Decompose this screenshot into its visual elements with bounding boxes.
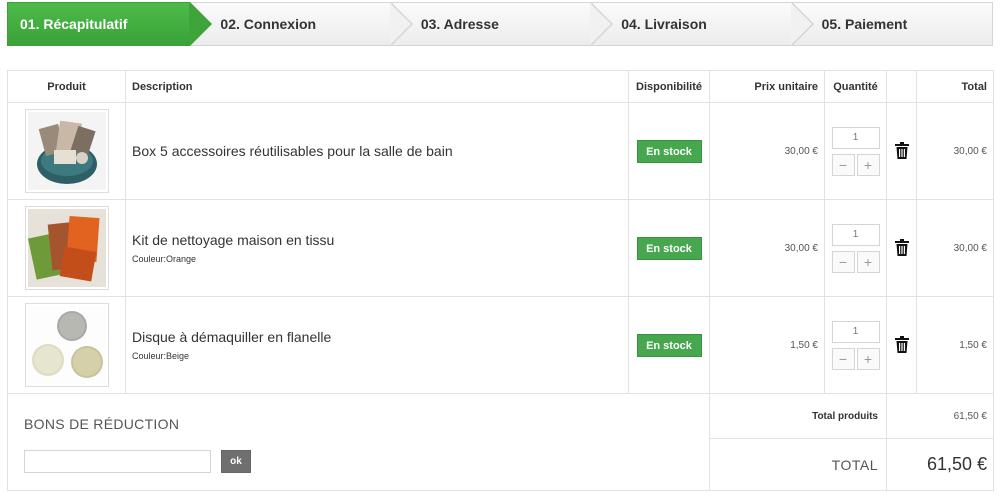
product-image-cell (7, 296, 126, 394)
availability-cell: En stock (628, 102, 710, 200)
unit-price: 30,00 € (709, 199, 825, 297)
stock-badge: En stock (636, 333, 702, 357)
delete-cell (886, 199, 917, 297)
step-label: 01. Récapitulatif (20, 16, 128, 32)
unit-price: 1,50 € (709, 296, 825, 394)
quantity-decrease-button[interactable]: − (831, 153, 855, 176)
quantity-input[interactable] (831, 126, 880, 149)
quantity-increase-button[interactable]: + (856, 250, 880, 273)
header-quantity: Quantité (824, 70, 887, 103)
product-image-box-accessories (27, 112, 106, 190)
quantity-input[interactable] (831, 223, 880, 246)
cart-header-row: Produit Description Disponibilité Prix u… (7, 70, 994, 103)
line-total: 1,50 € (916, 296, 994, 394)
quantity-cell: − + (824, 296, 887, 394)
line-total: 30,00 € (916, 102, 994, 200)
trash-icon[interactable] (894, 142, 909, 160)
step-paiement[interactable]: 05. Paiement (791, 2, 994, 46)
quantity-decrease-button[interactable]: − (831, 347, 855, 370)
voucher-input[interactable] (24, 450, 211, 473)
product-description-cell: Box 5 accessoires réutilisables pour la … (125, 102, 629, 200)
quantity-decrease-button[interactable]: − (831, 250, 855, 273)
step-arrow (389, 2, 413, 46)
stock-badge: En stock (636, 236, 702, 260)
availability-cell: En stock (628, 296, 710, 394)
quantity-stepper: − + (831, 126, 880, 176)
total-products-label: Total produits (709, 393, 887, 439)
quantity-stepper: − + (831, 223, 880, 273)
quantity-input[interactable] (831, 320, 880, 343)
product-description-cell: Kit de nettoyage maison en tissu Couleur… (125, 199, 629, 297)
availability-cell: En stock (628, 199, 710, 297)
header-delete (886, 70, 917, 103)
trash-icon[interactable] (894, 336, 909, 354)
product-image-link[interactable] (24, 303, 109, 387)
header-product: Produit (7, 70, 126, 103)
step-livraison[interactable]: 04. Livraison (591, 2, 814, 46)
step-arrow (590, 2, 614, 46)
step-recapitulatif[interactable]: 01. Récapitulatif (7, 2, 213, 46)
product-image-link[interactable] (24, 206, 109, 290)
unit-price: 30,00 € (709, 102, 825, 200)
quantity-increase-button[interactable]: + (856, 153, 880, 176)
step-label: 05. Paiement (821, 16, 908, 32)
quantity-cell: − + (824, 102, 887, 200)
delete-cell (886, 296, 917, 394)
quantity-increase-button[interactable]: + (856, 347, 880, 370)
total-products-value: 61,50 € (886, 393, 994, 439)
table-row: Kit de nettoyage maison en tissu Couleur… (7, 199, 994, 297)
product-image-flannel-discs (27, 306, 106, 384)
checkout-steps: 01. Récapitulatif 02. Connexion 03. Adre… (7, 2, 994, 46)
product-image-link[interactable] (24, 109, 109, 193)
voucher-section: BONS DE RÉDUCTION ok (7, 393, 710, 491)
header-total: Total (916, 70, 994, 103)
step-label: 03. Adresse (420, 16, 499, 32)
table-row: Box 5 accessoires réutilisables pour la … (7, 102, 994, 200)
product-image-cell (7, 102, 126, 200)
product-attribute: Couleur:Beige (132, 351, 190, 361)
product-name-link[interactable]: Disque à démaquiller en flanelle (132, 329, 628, 345)
voucher-title: BONS DE RÉDUCTION (24, 416, 180, 432)
grand-total-value: 61,50 € (886, 438, 994, 491)
voucher-form: ok (24, 450, 709, 473)
cart-table: Produit Description Disponibilité Prix u… (7, 70, 994, 491)
step-label: 02. Connexion (220, 16, 317, 32)
step-arrow (189, 2, 213, 46)
quantity-cell: − + (824, 199, 887, 297)
delete-cell (886, 102, 917, 200)
table-row: Disque à démaquiller en flanelle Couleur… (7, 296, 994, 394)
trash-icon[interactable] (894, 239, 909, 257)
product-description-cell: Disque à démaquiller en flanelle Couleur… (125, 296, 629, 394)
header-description: Description (125, 70, 629, 103)
product-image-cleaning-kit (27, 209, 106, 287)
product-name-link[interactable]: Box 5 accessoires réutilisables pour la … (132, 143, 628, 159)
product-attribute: Couleur:Orange (132, 254, 197, 264)
step-label: 04. Livraison (621, 16, 707, 32)
step-arrow (790, 2, 814, 46)
step-adresse[interactable]: 03. Adresse (390, 2, 614, 46)
header-availability: Disponibilité (628, 70, 710, 103)
quantity-stepper: − + (831, 320, 880, 370)
line-total: 30,00 € (916, 199, 994, 297)
step-connexion[interactable]: 02. Connexion (190, 2, 413, 46)
header-unit-price: Prix unitaire (709, 70, 825, 103)
grand-total-label: TOTAL (709, 438, 887, 491)
product-name-link[interactable]: Kit de nettoyage maison en tissu (132, 232, 628, 248)
totals-row-products: BONS DE RÉDUCTION ok Total produits 61,5… (7, 393, 994, 491)
stock-badge: En stock (636, 139, 702, 163)
voucher-submit-button[interactable]: ok (221, 450, 251, 473)
product-image-cell (7, 199, 126, 297)
